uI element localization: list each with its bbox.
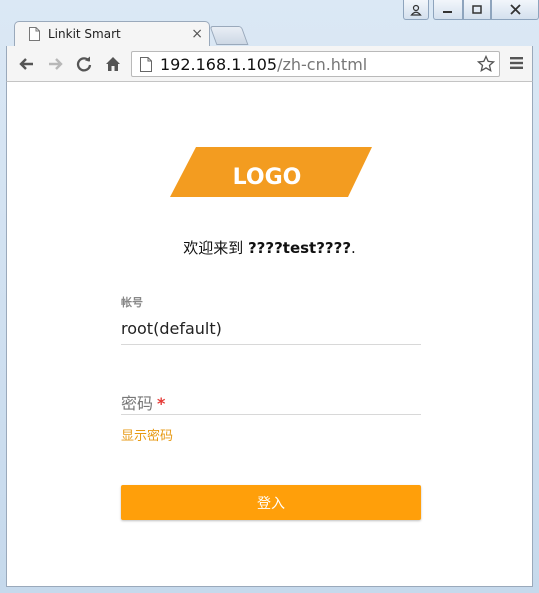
menu-hamburger-icon[interactable]	[510, 56, 524, 70]
maximize-button[interactable]	[463, 0, 491, 20]
new-tab-button[interactable]	[209, 26, 249, 45]
reload-icon[interactable]	[74, 54, 94, 74]
password-input[interactable]: 密码 *	[121, 390, 165, 414]
login-button[interactable]: 登入	[121, 485, 421, 520]
tab-title: Linkit Smart	[48, 27, 121, 41]
account-label: 帐号	[121, 296, 143, 309]
page-info-icon[interactable]	[140, 57, 152, 72]
maximize-icon	[471, 5, 482, 14]
user-profile-button[interactable]	[403, 0, 429, 20]
user-icon	[410, 4, 422, 16]
back-arrow-icon[interactable]	[17, 54, 37, 74]
account-underline	[121, 344, 421, 345]
url-text[interactable]: 192.168.1.105/zh-cn.html	[160, 55, 367, 74]
home-icon[interactable]	[103, 54, 123, 74]
address-bar[interactable]: 192.168.1.105/zh-cn.html	[131, 51, 500, 77]
welcome-message: 欢迎来到 ????test????.	[7, 237, 532, 258]
tab-linkit-smart[interactable]: Linkit Smart ×	[14, 21, 210, 47]
close-icon	[509, 4, 521, 15]
url-host: 192.168.1.105	[160, 55, 278, 74]
welcome-suffix: .	[351, 239, 356, 257]
show-password-link[interactable]: 显示密码	[121, 425, 173, 444]
password-placeholder: 密码	[121, 394, 154, 413]
required-asterisk: *	[157, 394, 166, 413]
device-name: ????test????	[247, 239, 352, 257]
forward-arrow-icon[interactable]	[45, 54, 65, 74]
page-icon	[29, 27, 40, 41]
minimize-button[interactable]	[433, 0, 463, 20]
welcome-prefix: 欢迎来到	[183, 239, 248, 257]
url-path: /zh-cn.html	[277, 55, 368, 74]
logo-text: LOGO	[233, 165, 302, 190]
tab-close-button[interactable]: ×	[191, 26, 203, 42]
logo: LOGO	[170, 147, 372, 197]
browser-toolbar: 192.168.1.105/zh-cn.html	[6, 46, 533, 82]
minimize-icon	[443, 10, 452, 13]
page-content: LOGO 欢迎来到 ????test????. 帐号 root(default)…	[6, 82, 533, 587]
account-input[interactable]: root(default)	[121, 319, 222, 338]
browser-window: Linkit Smart × 192.168.1.105/zh-cn.html	[0, 0, 539, 593]
password-underline	[121, 414, 421, 415]
bookmark-star-icon[interactable]	[477, 55, 495, 73]
close-window-button[interactable]	[491, 0, 539, 20]
